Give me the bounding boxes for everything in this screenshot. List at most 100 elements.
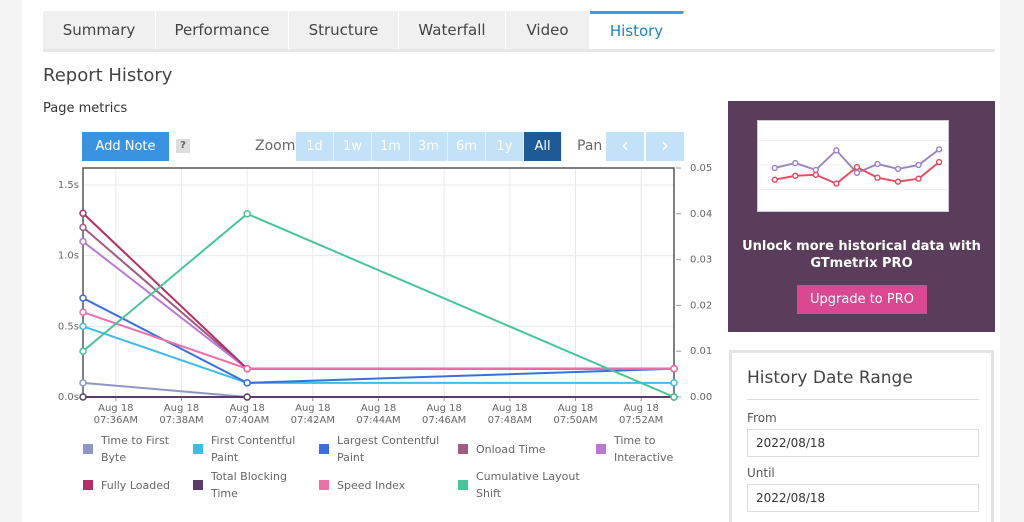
chevron-right-icon: › xyxy=(661,133,669,157)
tab-summary[interactable]: Summary xyxy=(43,11,156,49)
tab-structure[interactable]: Structure xyxy=(289,11,399,49)
x-tick-label-date: Aug 18 xyxy=(558,403,593,414)
legend-item-speed-index[interactable]: Speed Index xyxy=(319,468,405,502)
tab-waterfall[interactable]: Waterfall xyxy=(399,11,506,49)
zoom-1d-button[interactable]: 1d xyxy=(296,132,334,161)
section-title: Page metrics xyxy=(43,101,128,116)
tab-video[interactable]: Video xyxy=(506,11,590,49)
until-label: Until xyxy=(747,466,775,480)
tab-performance[interactable]: Performance xyxy=(156,11,289,49)
legend-item-largest-contentful-paint[interactable]: Largest Contentful Paint xyxy=(319,432,439,466)
data-point-total-blocking-time xyxy=(79,393,87,401)
legend-label: First Contentful Paint xyxy=(211,434,296,464)
data-point-speed-index xyxy=(79,308,87,316)
x-tick-label-time: 07:42AM xyxy=(291,415,335,426)
legend-swatch xyxy=(458,444,468,454)
zoom-3m-button[interactable]: 3m xyxy=(410,132,448,161)
x-tick-label-date: Aug 18 xyxy=(295,403,330,414)
x-tick-label-time: 07:40AM xyxy=(225,415,269,426)
legend-label: Time to Interactive xyxy=(614,434,674,464)
legend-label: Fully Loaded xyxy=(101,478,170,492)
legend-label: Cumulative Layout Shift xyxy=(476,470,580,500)
from-date-field[interactable]: 2022/08/18 xyxy=(747,429,979,457)
report-tabs: Summary Performance Structure Waterfall Vide… xyxy=(43,11,684,51)
legend-label: Time to First Byte xyxy=(101,434,170,464)
y-left-tick-label: 1.0s xyxy=(58,251,79,262)
y-right-tick-label: 0.01 xyxy=(690,346,712,357)
chevron-left-icon: ‹ xyxy=(621,133,629,157)
x-tick-label-date: Aug 18 xyxy=(98,403,133,414)
legend-item-fully-loaded[interactable]: Fully Loaded xyxy=(83,468,170,502)
data-point-first-contentful-paint xyxy=(79,322,87,331)
data-point-first-contentful-paint xyxy=(670,379,678,387)
legend-swatch xyxy=(596,444,606,454)
left-gutter xyxy=(0,0,22,522)
x-tick-label-time: 07:52AM xyxy=(619,415,663,426)
from-label: From xyxy=(747,411,777,425)
right-gutter xyxy=(1000,0,1024,522)
legend-label: Speed Index xyxy=(337,478,406,492)
data-point-onload-time xyxy=(79,223,87,232)
y-left-tick-label: 0.5s xyxy=(58,321,79,332)
data-point-largest-contentful-paint xyxy=(243,379,251,387)
x-tick-label-date: Aug 18 xyxy=(164,403,199,414)
promo-chart-illustration xyxy=(757,120,949,212)
zoom-1m-button[interactable]: 1m xyxy=(372,132,410,161)
x-tick-label-date: Aug 18 xyxy=(361,403,396,414)
pro-promo-panel: Unlock more historical data with GTmetri… xyxy=(728,101,995,332)
help-icon[interactable]: ? xyxy=(176,139,190,153)
metrics-line-chart[interactable]: 0.0s 0.5s 1.0s 1.5s 0.00 0.01 0.02 0.03 0.04 0.05… xyxy=(40,160,730,430)
pan-left-button[interactable]: ‹ xyxy=(606,132,644,161)
legend-swatch xyxy=(319,480,329,490)
y-right-tick-label: 0.03 xyxy=(690,255,712,266)
y-left-tick-label: 0.0s xyxy=(58,392,79,403)
legend-swatch xyxy=(458,480,468,490)
date-range-title: History Date Range xyxy=(747,368,913,388)
zoom-1w-button[interactable]: 1w xyxy=(334,132,372,161)
zoom-all-button[interactable]: All xyxy=(524,132,562,161)
legend-swatch xyxy=(319,444,329,454)
zoom-6m-button[interactable]: 6m xyxy=(448,132,486,161)
legend-item-total-blocking-time[interactable]: Total Blocking Time xyxy=(193,468,287,502)
tab-history[interactable]: History xyxy=(590,11,684,51)
x-tick-label-time: 07:44AM xyxy=(356,415,400,426)
y-left-tick-label: 1.5s xyxy=(58,180,79,191)
x-tick-label-time: 07:48AM xyxy=(488,415,532,426)
until-date-field[interactable]: 2022/08/18 xyxy=(747,484,979,512)
x-tick-label-time: 07:50AM xyxy=(553,415,597,426)
pan-label: Pan xyxy=(577,138,603,154)
y-right-tick-label: 0.00 xyxy=(690,392,712,403)
data-point-cumulative-layout-shift xyxy=(670,393,678,401)
legend-label: Total Blocking Time xyxy=(211,470,287,500)
data-point-speed-index xyxy=(670,364,678,373)
data-point-cumulative-layout-shift xyxy=(79,347,87,355)
add-note-button[interactable]: Add Note xyxy=(82,132,169,161)
y-right-tick-label: 0.05 xyxy=(690,163,712,174)
promo-message: Unlock more historical data with GTmetri… xyxy=(742,239,981,271)
data-point-time-to-interactive xyxy=(79,237,87,246)
data-point-time-to-first-byte xyxy=(79,379,87,387)
x-tick-label-date: Aug 18 xyxy=(229,403,264,414)
zoom-1y-button[interactable]: 1y xyxy=(486,132,524,161)
legend-item-onload-time[interactable]: Onload Time xyxy=(458,432,546,466)
data-point-speed-index xyxy=(243,364,251,373)
history-date-range-panel: History Date Range From 2022/08/18 Until… xyxy=(729,350,994,522)
x-tick-label-date: Aug 18 xyxy=(623,403,658,414)
legend-label: Largest Contentful Paint xyxy=(337,434,440,464)
tabs-underline xyxy=(43,49,995,52)
zoom-label: Zoom xyxy=(255,138,296,154)
legend-item-first-contentful-paint[interactable]: First Contentful Paint xyxy=(193,432,295,466)
legend-item-time-to-first-byte[interactable]: Time to First Byte xyxy=(83,432,169,466)
x-tick-label-date: Aug 18 xyxy=(426,403,461,414)
legend-swatch xyxy=(193,480,203,490)
report-history-page: Summary Performance Structure Waterfall Vide… xyxy=(0,0,1024,522)
pan-right-button[interactable]: › xyxy=(646,132,684,161)
legend-label: Onload Time xyxy=(476,442,546,456)
upgrade-to-pro-button[interactable]: Upgrade to PRO xyxy=(797,285,927,314)
data-point-cumulative-layout-shift xyxy=(243,210,251,218)
legend-item-time-to-interactive[interactable]: Time to Interactive xyxy=(596,432,673,466)
page-title: Report History xyxy=(43,65,173,86)
legend-item-cumulative-layout-shift[interactable]: Cumulative Layout Shift xyxy=(458,468,580,502)
data-point-largest-contentful-paint xyxy=(79,294,87,302)
zoom-buttons: 1d 1w 1m 3m 6m 1y All xyxy=(296,132,562,161)
